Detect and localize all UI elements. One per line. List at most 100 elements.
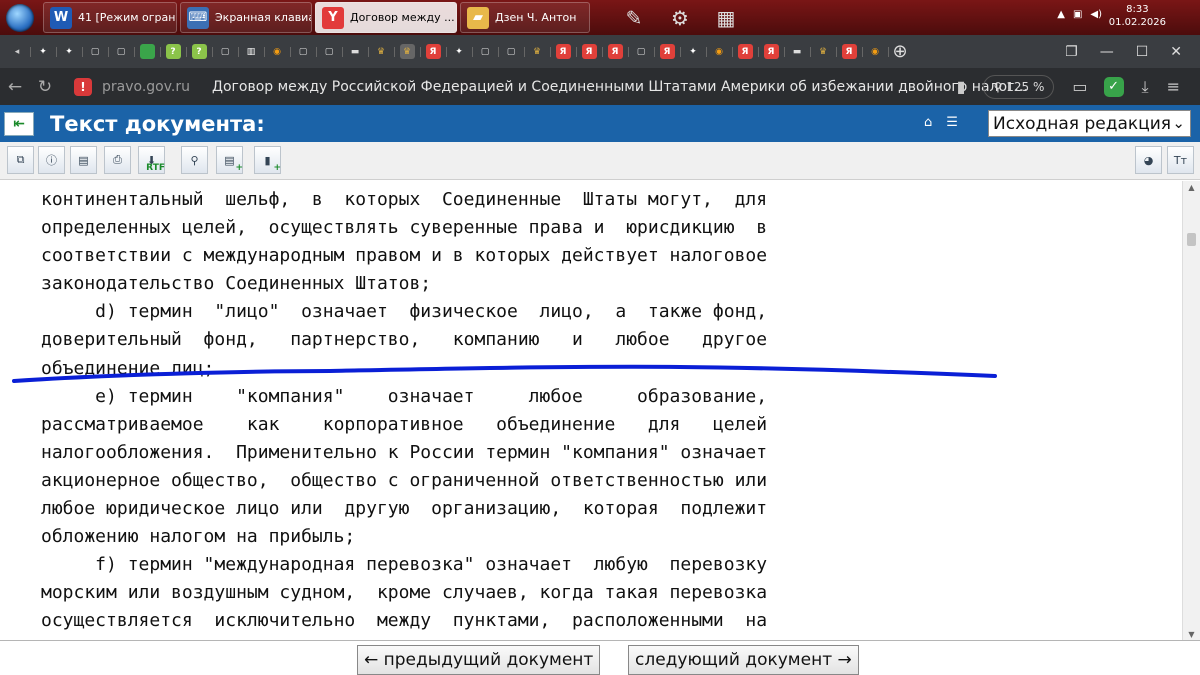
next-document-button[interactable]: следующий документ →	[628, 645, 859, 675]
yandex-icon: Я	[659, 44, 675, 59]
pinned-tab[interactable]: ▢	[212, 39, 239, 65]
window-controls: ❐ — ☐ ✕	[1065, 35, 1200, 68]
pinned-tab[interactable]: ▢	[82, 39, 109, 65]
notification-area: ▲ ▣ ◀)	[1057, 9, 1102, 20]
url-page-title[interactable]: Договор между Российской Федерацией и Со…	[212, 79, 1028, 95]
settings-gear-icon[interactable]: ⚙	[666, 5, 694, 31]
header-icons: ⌂ ☰	[924, 115, 958, 130]
print-icon[interactable]: ⎙	[104, 146, 131, 174]
pinned-tab[interactable]: ▥	[238, 39, 265, 65]
document-line: рассматриваемое как корпоративное объеди…	[41, 413, 768, 435]
menu-icon[interactable]: ≡	[1167, 77, 1180, 96]
minimize-icon[interactable]: —	[1100, 44, 1114, 60]
copy-icon[interactable]: ⧉	[7, 146, 34, 174]
add-bookmark-icon[interactable]: ▮ +	[254, 146, 281, 174]
keyboard-icon: ⌨	[187, 6, 209, 29]
page-icon: ▢	[480, 46, 490, 57]
pinned-tab[interactable]: Я	[550, 39, 577, 65]
site-warning-icon[interactable]: !	[74, 77, 92, 96]
pinned-tab[interactable]: ◂	[4, 39, 31, 65]
add-to-favorites-icon[interactable]: ▤ +	[216, 146, 243, 174]
pinned-tab[interactable]: ?	[186, 39, 213, 65]
pinned-tab[interactable]: ♛	[368, 39, 395, 65]
maximize-icon[interactable]: ☐	[1136, 44, 1149, 60]
pinned-tab[interactable]: Я	[576, 39, 603, 65]
previous-document-button[interactable]: ← предыдущий документ	[357, 645, 601, 675]
pinned-tab[interactable]: ✦	[680, 39, 707, 65]
save-document-icon[interactable]: ▤	[70, 146, 97, 174]
new-tab-icon[interactable]: ⊕	[888, 41, 912, 62]
pinned-tab[interactable]: ♛	[524, 39, 551, 65]
pinned-tab[interactable]: ♛	[810, 39, 837, 65]
pinned-tab[interactable]: Я	[732, 39, 759, 65]
tab-manager-icon[interactable]: ❐	[1065, 44, 1078, 60]
search-in-document-icon[interactable]: ⚲	[181, 146, 208, 174]
font-settings-icon[interactable]: Tт	[1167, 146, 1194, 174]
pinned-tab[interactable]: ♛	[394, 39, 421, 65]
volume-icon[interactable]: ◀)	[1090, 9, 1102, 20]
back-to-list-icon[interactable]: ⇤	[4, 111, 34, 136]
pinned-tab[interactable]: Я	[602, 39, 629, 65]
edition-select-value: Исходная редакция	[993, 113, 1171, 134]
taskbar-task[interactable]: Y Договор между ...	[315, 2, 457, 33]
pinned-tab[interactable]: ✦	[56, 39, 83, 65]
document-line: морским или воздушным судном, кроме случ…	[41, 582, 768, 604]
tray-arrow-icon[interactable]: ▲	[1057, 9, 1065, 20]
protect-shield-icon[interactable]: ✓	[1103, 76, 1124, 97]
vertical-scrollbar[interactable]: ▲ ▼	[1182, 181, 1200, 640]
document-navigation: ← предыдущий документ следующий документ…	[0, 642, 1200, 675]
document-line: осуществляется исключительно между пункт…	[41, 610, 768, 632]
site-header: ⇤ Текст документа: ⌂ ☰ Исходная редакция…	[0, 105, 1200, 142]
pinned-tab[interactable]: ◉	[706, 39, 733, 65]
page-icon: ▢	[298, 46, 308, 57]
barcode-icon: ▥	[246, 46, 256, 57]
taskbar-clock[interactable]: 8:33 01.02.2026	[1109, 3, 1166, 29]
pinned-tab[interactable]: ?	[160, 39, 187, 65]
document-info-icon[interactable]: ⓘ	[38, 146, 65, 174]
scroll-down-icon[interactable]: ▼	[1183, 630, 1200, 639]
reload-icon[interactable]: ↻	[30, 77, 60, 97]
edition-select[interactable]: Исходная редакция ⌄	[988, 110, 1191, 137]
start-button[interactable]	[0, 0, 40, 35]
pinned-tab[interactable]: ▢	[628, 39, 655, 65]
pinned-tab[interactable]: Я	[836, 39, 863, 65]
window-icon[interactable]: ▣	[1073, 9, 1082, 20]
scroll-up-icon[interactable]: ▲	[1183, 183, 1200, 192]
control-panel-icon[interactable]: ▦	[712, 5, 740, 31]
pinned-tab[interactable]: ▢	[316, 39, 343, 65]
reader-mode-icon[interactable]: ▭	[1072, 77, 1087, 96]
color-settings-icon[interactable]: ◕	[1135, 146, 1162, 174]
downloads-icon[interactable]: ⤓	[1142, 77, 1149, 97]
pinned-tab[interactable]: ✦	[446, 39, 473, 65]
document-line: обложению налогом на прибыль;	[41, 526, 356, 548]
scrollbar-thumb[interactable]	[1187, 233, 1196, 246]
page-icon: ▢	[506, 46, 516, 57]
taskbar-task[interactable]: W 41 [Режим огран...	[43, 2, 177, 33]
pinned-tab[interactable]: ✦	[30, 39, 57, 65]
browser-tab-strip: ◂ ✦ ✦ ▢ ▢ ■?? ▢ ▥ ◉ ▢ ▢ ▬ ♛ ♛ Я ✦ ▢ ▢ ♛ Я Я Я ▢ Я ✦ ◉ Я Я ▬ ♛ Я ◉ ⊕ ❐ —…	[0, 35, 1200, 68]
pinned-tab[interactable]: ▬	[784, 39, 811, 65]
url-domain[interactable]: pravo.gov.ru	[102, 79, 190, 95]
pinned-tab[interactable]: ◉	[264, 39, 291, 65]
bookmark-icon[interactable]: ▮	[957, 77, 966, 96]
pinned-tab[interactable]: ▢	[472, 39, 499, 65]
pinned-tab[interactable]: ▢	[108, 39, 135, 65]
contents-icon[interactable]: ☰	[946, 115, 958, 130]
pinned-tab[interactable]: ◉	[862, 39, 889, 65]
pinned-tab[interactable]: Я	[654, 39, 681, 65]
pinned-tab[interactable]: ▢	[290, 39, 317, 65]
paint-icon[interactable]: ✎	[620, 5, 648, 31]
pinned-tab[interactable]: Я	[420, 39, 447, 65]
rtf-export-icon[interactable]: ⬇ RTF	[138, 146, 165, 174]
pinned-tab[interactable]: Я	[758, 39, 785, 65]
taskbar-task[interactable]: ▰ Дзен Ч. Антон	[460, 2, 590, 33]
pinned-tab[interactable]: ▬	[342, 39, 369, 65]
taskbar-task[interactable]: ⌨ Экранная клавиа...	[180, 2, 312, 33]
zoom-indicator[interactable]: ⚲ 125 %	[983, 74, 1055, 99]
pinned-tab[interactable]: ▢	[498, 39, 525, 65]
pinned-tab[interactable]: ■	[134, 39, 161, 65]
home-icon[interactable]: ⌂	[924, 115, 932, 130]
back-arrow-icon[interactable]: ←	[0, 77, 30, 97]
yandex-browser-icon: Y	[322, 6, 344, 29]
close-icon[interactable]: ✕	[1170, 44, 1182, 60]
